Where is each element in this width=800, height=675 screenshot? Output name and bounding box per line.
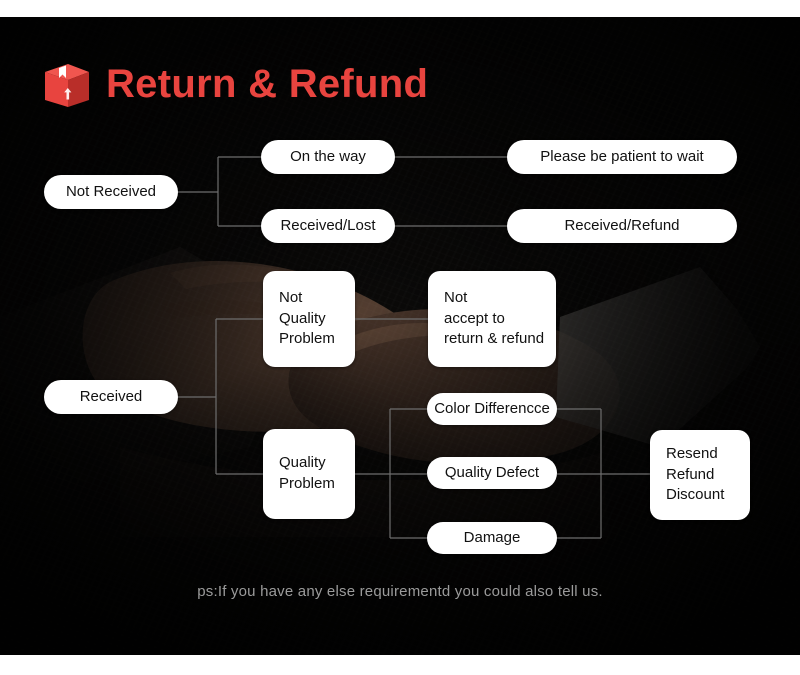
flow-node-quality-problem[interactable]: Quality Problem — [263, 429, 355, 519]
footer-note: ps:If you have any else requirementd you… — [197, 583, 603, 600]
flow-node-not-accept-to-return-refund[interactable]: Not accept to return & refund — [428, 271, 556, 367]
flow-node-received-lost[interactable]: Received/Lost — [261, 209, 395, 243]
handshake-photo — [0, 17, 800, 655]
flow-node-quality-defect[interactable]: Quality Defect — [427, 457, 557, 489]
flow-node-received-refund[interactable]: Received/Refund — [507, 209, 737, 243]
page-title: Return & Refund — [42, 58, 428, 110]
flow-node-damage[interactable]: Damage — [427, 522, 557, 554]
flow-node-not-quality-problem[interactable]: Not Quality Problem — [263, 271, 355, 367]
package-box-icon — [45, 64, 89, 107]
flow-node-color-difference[interactable]: Color Differencce — [427, 393, 557, 425]
flow-node-on-the-way[interactable]: On the way — [261, 140, 395, 174]
flow-node-please-be-patient-to-wait[interactable]: Please be patient to wait — [507, 140, 737, 174]
page-title-text: Return & Refund — [106, 62, 429, 106]
flow-node-not-received[interactable]: Not Received — [44, 175, 178, 209]
return-refund-banner: Return & Refund Not Received On the way … — [0, 0, 800, 675]
flow-node-received[interactable]: Received — [44, 380, 178, 414]
flow-node-resend-refund-discount[interactable]: Resend Refund Discount — [650, 430, 750, 520]
dark-banner-background — [0, 17, 800, 655]
